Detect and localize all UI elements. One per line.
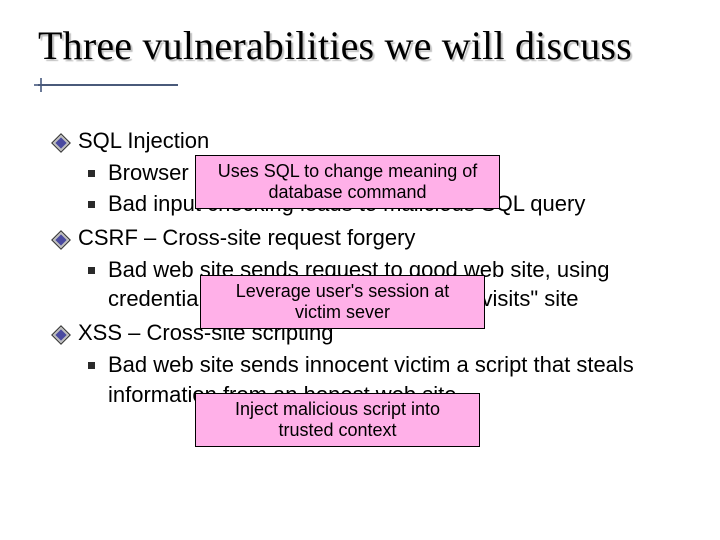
overlay-sql: Uses SQL to change meaning of database c… bbox=[195, 155, 500, 209]
diamond-bullet-icon bbox=[51, 325, 71, 345]
overlay-sql-line1: Uses SQL to change meaning of bbox=[218, 161, 478, 182]
slide-title: Three vulnerabilities we will discuss bbox=[38, 22, 632, 69]
bullet-sql-heading: SQL Injection bbox=[78, 128, 209, 153]
overlay-csrf: Leverage user's session at victim sever bbox=[200, 275, 485, 329]
title-underline bbox=[38, 84, 178, 86]
overlay-xss-line1: Inject malicious script into bbox=[235, 399, 440, 420]
square-bullet-icon bbox=[88, 362, 95, 369]
overlay-xss: Inject malicious script into trusted con… bbox=[195, 393, 480, 447]
diamond-bullet-icon bbox=[51, 230, 71, 250]
square-bullet-icon bbox=[88, 201, 95, 208]
overlay-csrf-line2: victim sever bbox=[295, 302, 390, 323]
overlay-sql-line2: database command bbox=[268, 182, 426, 203]
square-bullet-icon bbox=[88, 170, 95, 177]
bullet-csrf-heading: CSRF – Cross-site request forgery bbox=[78, 225, 415, 250]
diamond-bullet-icon bbox=[51, 133, 71, 153]
square-bullet-icon bbox=[88, 267, 95, 274]
overlay-xss-line2: trusted context bbox=[278, 420, 396, 441]
overlay-csrf-line1: Leverage user's session at bbox=[236, 281, 450, 302]
slide: Three vulnerabilities we will discuss SQ… bbox=[0, 0, 720, 540]
